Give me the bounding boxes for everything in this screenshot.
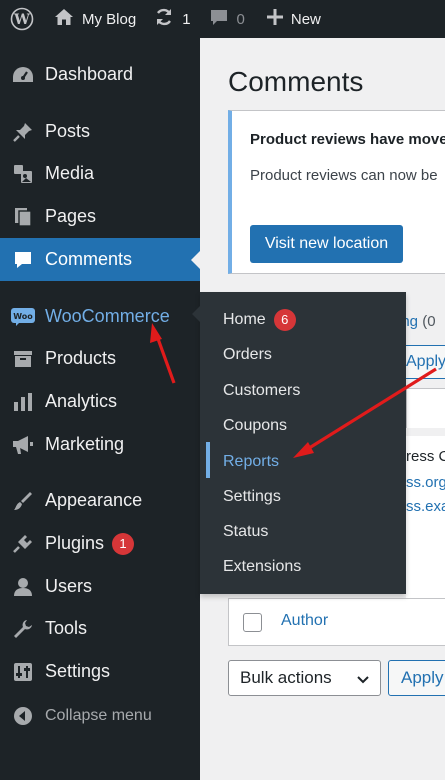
submenu-item-label: Reports: [223, 453, 280, 470]
row-author-url[interactable]: ss.org: [406, 474, 445, 491]
page-title: Comments: [228, 66, 364, 97]
woo-icon-text: Woo: [13, 312, 33, 321]
sidebar-item-label: Settings: [45, 661, 111, 681]
admin-sidebar: Dashboard Posts Media Pages Comments Woo…: [0, 38, 200, 780]
sidebar-item-label: Comments: [45, 249, 133, 269]
table-footer-row: Author: [228, 598, 445, 646]
woocommerce-submenu: Home 6 Orders Customers Coupons Reports …: [192, 292, 406, 594]
updates-count: 1: [182, 10, 191, 28]
submenu-item-reports[interactable]: Reports: [223, 447, 279, 477]
sidebar-item-woocommerce[interactable]: Woo WooCommerce: [0, 295, 200, 338]
submenu-item-label: Coupons: [223, 417, 288, 434]
sidebar-item-label: Appearance: [45, 490, 143, 510]
collapse-menu-button[interactable]: Collapse menu: [0, 694, 200, 737]
select-all-checkbox[interactable]: [243, 613, 262, 632]
paintbrush-icon: [0, 490, 45, 512]
svg-text:W: W: [13, 12, 30, 28]
sidebar-item-label: Pages: [45, 206, 97, 226]
submenu-item-label: Settings: [223, 488, 281, 505]
sidebar-item-label: Users: [45, 576, 93, 596]
submenu-item-settings[interactable]: Settings: [223, 482, 281, 512]
sidebar-item-label: Analytics: [45, 391, 118, 411]
comment-icon: [0, 249, 45, 271]
comment-bubble-icon: [209, 7, 229, 31]
sidebar-item-label: Tools: [45, 618, 88, 638]
admin-bar: W My Blog 1 0 New: [0, 0, 445, 38]
sidebar-item-analytics[interactable]: Analytics: [0, 380, 200, 423]
sidebar-item-posts[interactable]: Posts: [0, 110, 200, 153]
bar-chart-icon: [0, 391, 45, 413]
pin-icon: [0, 121, 45, 143]
sidebar-item-comments[interactable]: Comments: [0, 238, 200, 281]
sidebar-item-tools[interactable]: Tools: [0, 607, 200, 650]
submenu-item-label: Status: [223, 523, 269, 540]
sidebar-item-users[interactable]: Users: [0, 565, 200, 608]
author-column-header[interactable]: Author: [281, 612, 328, 630]
wrench-icon: [0, 618, 45, 640]
submenu-item-status[interactable]: Status: [223, 517, 268, 547]
sidebar-item-plugins[interactable]: Plugins 1: [0, 522, 200, 565]
bulk-actions-select[interactable]: Bulk actions: [228, 660, 381, 696]
sidebar-item-label: Media: [45, 163, 95, 183]
wordpress-logo-icon[interactable]: W: [0, 0, 44, 38]
sidebar-item-label: Products: [45, 348, 117, 368]
sidebar-item-label: Posts: [45, 121, 91, 141]
reviews-moved-notice: Product reviews have move Product review…: [228, 110, 445, 274]
site-name-label: My Blog: [82, 10, 137, 28]
plugins-update-badge: 1: [112, 532, 135, 555]
dashboard-icon: [0, 65, 45, 85]
chevron-down-icon: [356, 671, 370, 691]
sidebar-item-dashboard[interactable]: Dashboard: [0, 53, 200, 96]
plugin-icon: [0, 533, 45, 555]
updates-link[interactable]: 1: [154, 0, 191, 38]
sidebar-item-appearance[interactable]: Appearance: [0, 479, 200, 522]
submenu-item-label: Customers: [223, 382, 301, 399]
bulk-actions-label: Bulk actions: [240, 668, 332, 687]
table-header-cell: [406, 388, 445, 428]
products-icon: [0, 349, 45, 369]
site-name-link[interactable]: My Blog: [54, 0, 136, 38]
refresh-icon: [154, 7, 174, 31]
apply-button-bottom[interactable]: Apply: [388, 660, 445, 696]
notice-title: Product reviews have move: [250, 131, 445, 148]
pending-count: (0: [422, 313, 436, 330]
new-label: New: [290, 10, 321, 28]
plus-icon: [266, 9, 283, 29]
submenu-item-coupons[interactable]: Coupons: [223, 411, 287, 441]
submenu-item-home[interactable]: Home 6: [223, 305, 296, 335]
comments-count: 0: [236, 10, 245, 28]
home-notification-badge: 6: [273, 309, 296, 331]
media-icon: [0, 163, 45, 185]
sidebar-item-label: Dashboard: [45, 64, 134, 84]
woo-icon: Woo: [0, 307, 45, 327]
submenu-item-label: Extensions: [223, 558, 302, 575]
collapse-arrow-icon: [0, 706, 45, 726]
pages-icon: [0, 206, 45, 228]
sidebar-item-label: Plugins: [45, 533, 105, 553]
submenu-item-label: Home: [223, 311, 266, 328]
row-author-email[interactable]: ss.exa: [406, 498, 445, 515]
current-item-marker: [206, 442, 210, 478]
submenu-item-extensions[interactable]: Extensions: [223, 552, 301, 582]
sidebar-item-label: WooCommerce: [45, 306, 170, 326]
visit-new-location-button[interactable]: Visit new location: [250, 225, 403, 263]
sidebar-item-pages[interactable]: Pages: [0, 195, 200, 238]
new-content-button[interactable]: New: [266, 0, 321, 38]
submenu-item-orders[interactable]: Orders: [223, 340, 272, 370]
sidebar-item-label: Marketing: [45, 434, 125, 454]
row-author-text: ress C: [406, 448, 445, 465]
settings-sliders-icon: [0, 661, 45, 683]
submenu-item-label: Orders: [223, 346, 272, 363]
sidebar-item-media[interactable]: Media: [0, 152, 200, 195]
megaphone-icon: [0, 434, 45, 456]
comments-link[interactable]: 0: [209, 0, 245, 38]
submenu-item-customers[interactable]: Customers: [223, 376, 300, 406]
home-icon: [54, 8, 74, 30]
notice-text: Product reviews can now be: [250, 167, 438, 184]
sidebar-item-marketing[interactable]: Marketing: [0, 423, 200, 466]
sidebar-item-settings[interactable]: Settings: [0, 650, 200, 693]
collapse-menu-label: Collapse menu: [45, 706, 152, 724]
sidebar-item-products[interactable]: Products: [0, 337, 200, 380]
user-icon: [0, 576, 45, 598]
